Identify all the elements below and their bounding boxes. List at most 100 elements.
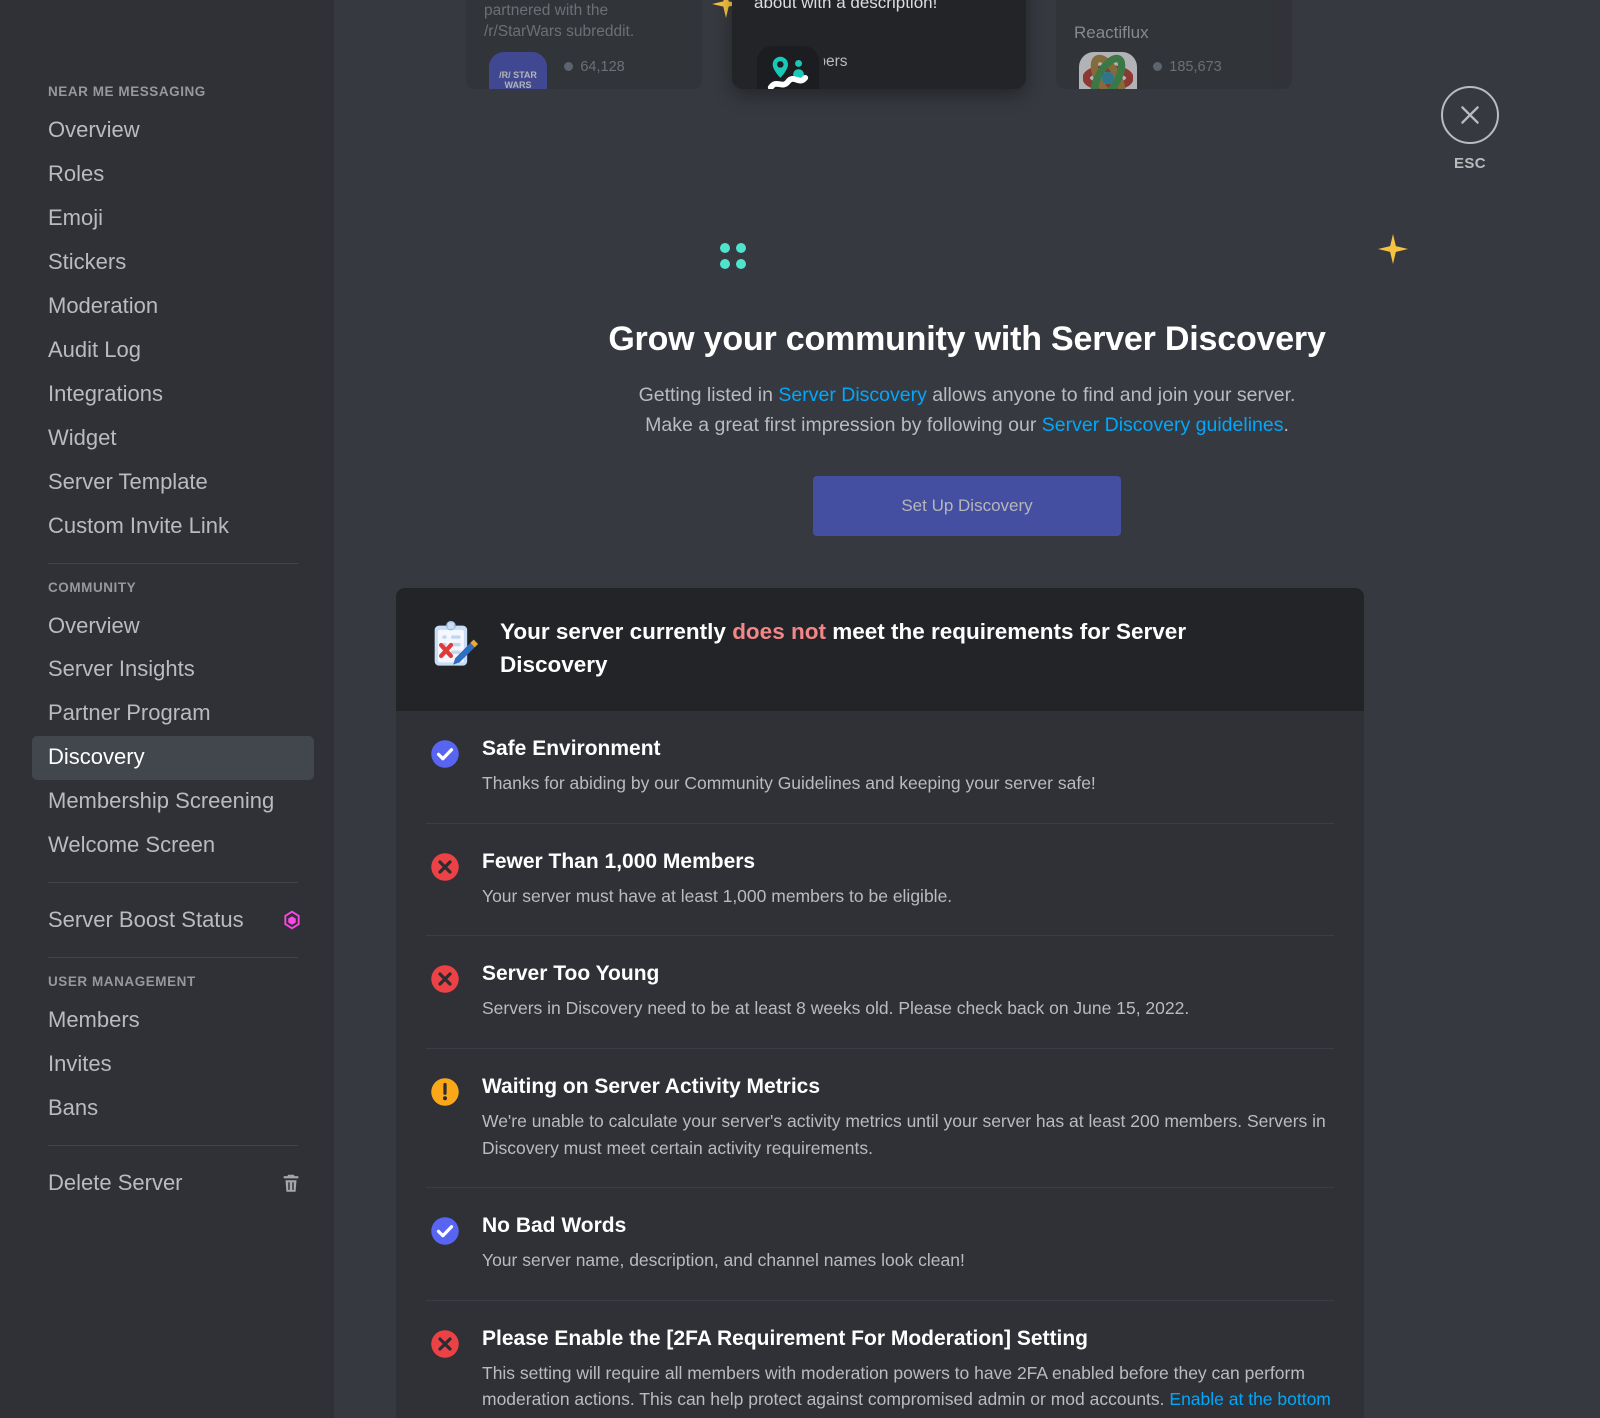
sidebar-item-discovery[interactable]: Discovery	[32, 736, 314, 780]
server-discovery-guidelines-link[interactable]: Server Discovery guidelines	[1042, 414, 1284, 436]
x-circle-icon	[430, 964, 460, 994]
page-title: Grow your community with Server Discover…	[334, 320, 1600, 359]
sidebar-item-label: Invites	[48, 1051, 112, 1077]
sidebar-heading-user-management: USER MANAGEMENT	[0, 974, 334, 999]
avatar	[752, 41, 824, 89]
requirement-title: Please Enable the [2FA Requirement For M…	[482, 1327, 1334, 1351]
close-settings-button[interactable]: ESC	[1430, 86, 1510, 172]
sidebar-item-invites[interactable]: Invites	[32, 1043, 314, 1087]
sidebar-item-label: Bans	[48, 1095, 98, 1121]
sidebar-item-label: Audit Log	[48, 337, 141, 363]
close-x-icon	[1441, 86, 1499, 144]
sidebar-item-label: Emoji	[48, 205, 103, 231]
avatar-label: /R/ STAR WARS	[489, 71, 547, 88]
sidebar-item-custom-invite-link[interactable]: Custom Invite Link	[32, 505, 314, 549]
server-preview-cards: /R/ STAR WARS /r/StarWars The official S…	[466, 0, 1292, 89]
sidebar-item-emoji[interactable]: Emoji	[32, 197, 314, 241]
esc-label: ESC	[1430, 155, 1510, 172]
sidebar-item-welcome-screen[interactable]: Welcome Screen	[32, 824, 314, 868]
sidebar-item-delete-server[interactable]: Delete Server	[32, 1162, 314, 1206]
sidebar-item-widget[interactable]: Widget	[32, 417, 314, 461]
sidebar-item-overview[interactable]: Overview	[32, 605, 314, 649]
sidebar-item-label: Stickers	[48, 249, 126, 275]
requirement-title: Server Too Young	[482, 962, 1189, 986]
sidebar-divider-4	[48, 1145, 298, 1146]
sidebar-heading-server: NEAR ME MESSAGING	[0, 84, 334, 109]
sidebar-item-label: Partner Program	[48, 700, 211, 726]
card-name: Reactiflux	[1074, 23, 1149, 43]
x-circle-icon	[430, 852, 460, 882]
set-up-discovery-button[interactable]: Set Up Discovery	[813, 476, 1121, 536]
warning-circle-icon	[430, 1077, 460, 1107]
sidebar-item-label: Overview	[48, 613, 140, 639]
trash-icon	[280, 1172, 302, 1194]
negative-emphasis: does not	[732, 619, 826, 644]
check-circle-icon	[430, 1216, 460, 1246]
hero-line-2: Make a great first impression by followi…	[334, 411, 1600, 441]
check-circle-icon	[430, 739, 460, 769]
sidebar-item-server-boost-status[interactable]: Server Boost Status	[32, 899, 314, 943]
sidebar-item-integrations[interactable]: Integrations	[32, 373, 314, 417]
sidebar-item-members[interactable]: Members	[32, 999, 314, 1043]
sidebar-item-label: Moderation	[48, 293, 158, 319]
requirements-banner: Your server currently does not meet the …	[396, 588, 1364, 711]
requirement-description: Your server name, description, and chann…	[482, 1247, 965, 1274]
preview-card-near-me-messaging: Near Me Messaging Tell people what your …	[732, 0, 1026, 89]
sidebar-heading-community: COMMUNITY	[0, 580, 334, 605]
sidebar-item-server-insights[interactable]: Server Insights	[32, 648, 314, 692]
stat-members: 64,128	[564, 59, 624, 75]
server-discovery-link[interactable]: Server Discovery	[778, 384, 926, 406]
requirements-panel: Your server currently does not meet the …	[396, 588, 1364, 1418]
sidebar-item-label: Widget	[48, 425, 116, 451]
card-title: Reactiflux	[1074, 23, 1276, 43]
sparkle-yellow-right-icon	[1378, 234, 1408, 269]
card-description: Tell people what your server's all about…	[754, 0, 1006, 15]
sidebar-item-label: Server Boost Status	[48, 907, 244, 933]
requirement-description: Thanks for abiding by our Community Guid…	[482, 770, 1096, 797]
x-circle-icon	[430, 1329, 460, 1359]
discovery-hero: Grow your community with Server Discover…	[334, 320, 1600, 536]
settings-sidebar: NEAR ME MESSAGING Overview Roles Emoji Stic…	[0, 0, 334, 1418]
avatar: /R/ STAR WARS	[484, 47, 552, 89]
card-description: The official Star Wars server partnered …	[484, 0, 686, 43]
requirement-title: No Bad Words	[482, 1214, 965, 1238]
requirement-description: This setting will require all members wi…	[482, 1360, 1334, 1418]
requirement-title: Waiting on Server Activity Metrics	[482, 1075, 1334, 1099]
clipboard-x-pencil-icon	[426, 618, 478, 670]
sidebar-item-label: Delete Server	[48, 1170, 183, 1196]
discovery-main-panel: /R/ STAR WARS /r/StarWars The official S…	[334, 0, 1600, 1418]
boost-gem-icon	[282, 910, 302, 930]
requirement-title: Fewer Than 1,000 Members	[482, 850, 952, 874]
hero-line-1: Getting listed in Server Discovery allow…	[334, 381, 1600, 411]
sidebar-item-label: Overview	[48, 117, 140, 143]
preview-card-reactiflux: reactiflux COMMUNITY	[1056, 0, 1292, 89]
requirement-row: Fewer Than 1,000 Members Your server must…	[426, 823, 1334, 936]
requirements-banner-text: Your server currently does not meet the …	[500, 616, 1270, 681]
sidebar-item-label: Server Insights	[48, 656, 195, 682]
sidebar-item-stickers[interactable]: Stickers	[32, 241, 314, 285]
sidebar-item-membership-screening[interactable]: Membership Screening	[32, 780, 314, 824]
sidebar-item-moderation[interactable]: Moderation	[32, 285, 314, 329]
sidebar-item-label: Discovery	[48, 744, 145, 770]
sidebar-item-roles[interactable]: Roles	[32, 153, 314, 197]
sparkle-teal-dots-icon	[717, 240, 749, 277]
sidebar-item-partner-program[interactable]: Partner Program	[32, 692, 314, 736]
moderation-tab-link[interactable]: Enable at the bottom of the Moderation t…	[482, 1389, 1331, 1418]
sidebar-item-label: Custom Invite Link	[48, 513, 229, 539]
sidebar-divider-2	[48, 882, 298, 883]
requirement-row: Waiting on Server Activity MetricsWe're …	[426, 1048, 1334, 1187]
sidebar-item-bans[interactable]: Bans	[32, 1087, 314, 1131]
requirement-row: No Bad Words Your server name, descriptio…	[426, 1187, 1334, 1300]
sidebar-item-label: Membership Screening	[48, 788, 274, 814]
sidebar-item-server-template[interactable]: Server Template	[32, 461, 314, 505]
stat-members: 185,673	[1153, 59, 1221, 75]
requirement-title: Safe Environment	[482, 737, 1096, 761]
requirements-list: Safe Environment Thanks for abiding by ou…	[396, 711, 1364, 1418]
sidebar-item-label: Welcome Screen	[48, 832, 215, 858]
avatar	[1074, 47, 1142, 89]
sidebar-item-audit-log[interactable]: Audit Log	[32, 329, 314, 373]
sidebar-item-overview[interactable]: Overview	[32, 109, 314, 153]
server-settings-window: NEAR ME MESSAGING Overview Roles Emoji Stic…	[0, 0, 1600, 1418]
sidebar-divider-3	[48, 957, 298, 958]
requirement-description: Your server must have at least 1,000 mem…	[482, 883, 952, 910]
